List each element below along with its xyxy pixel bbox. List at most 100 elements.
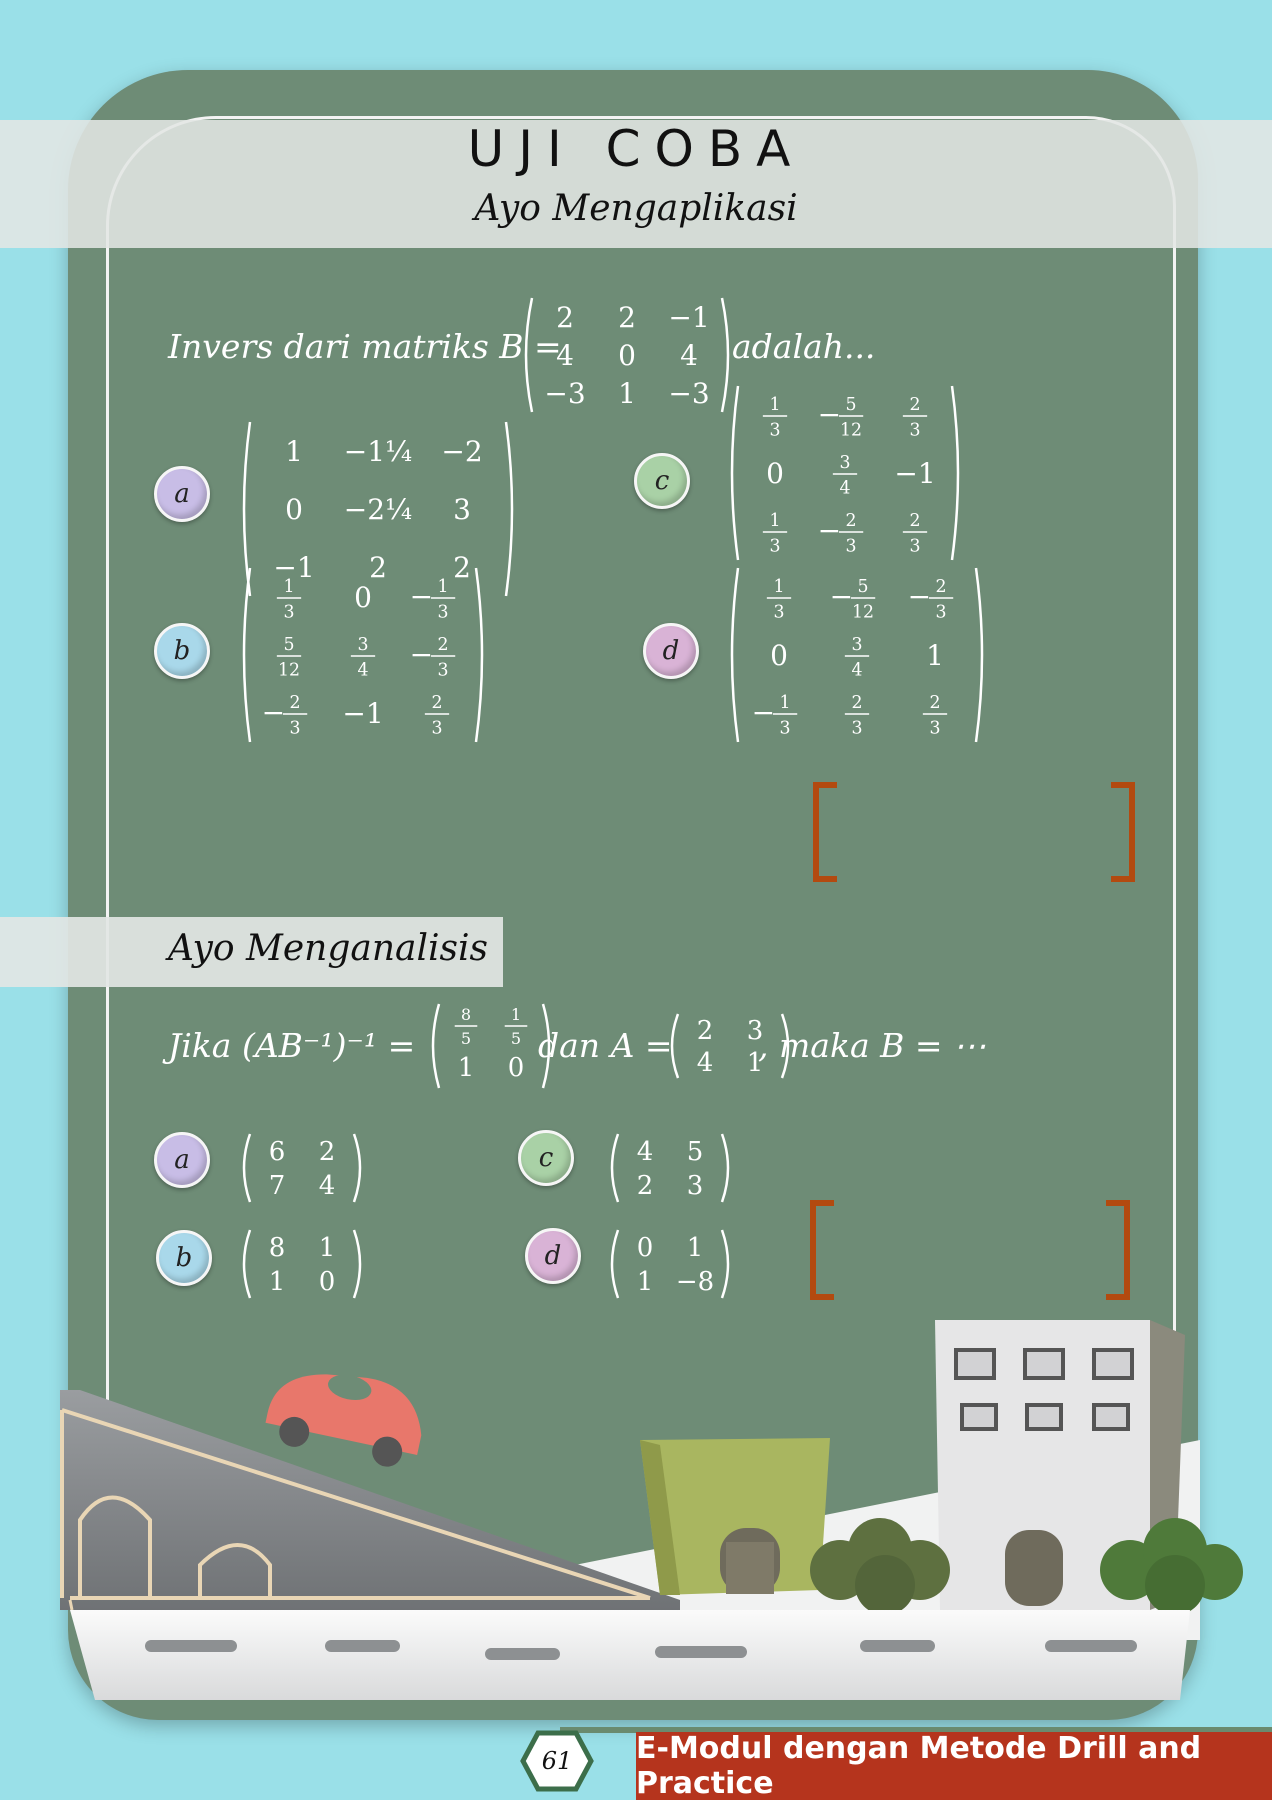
svg-text:−: − [262,696,285,729]
matrix-left-paren [730,567,740,743]
svg-text:5: 5 [858,577,869,597]
question1-suffix: adalah... [732,327,876,366]
svg-text:2: 2 [556,301,574,334]
svg-text:1: 1 [687,1233,704,1263]
matrix-cell: −1 3 [410,577,456,622]
svg-text:5: 5 [846,395,857,415]
svg-text:4: 4 [851,660,862,680]
matrix-cell: −1 [342,697,383,730]
svg-text:3: 3 [769,536,780,556]
svg-text:0: 0 [766,457,784,490]
question2-mid: dan [538,1026,601,1065]
matrix-cell: 0 [637,1233,654,1263]
question1-prefix: Invers dari matriks B = [168,327,562,366]
page-title: UJI COBA [467,120,805,178]
svg-text:4: 4 [556,339,574,372]
green-house [640,1438,830,1595]
matrix-cell: 8 [269,1233,286,1263]
matrix-cell: −2 3 [908,577,954,622]
svg-text:12: 12 [278,660,300,680]
q1-option-d-matrix[interactable]: 1 3−5 12−2 3 0 3 4 1−1 3 2 3 2 3 [724,564,990,750]
matrix-cell: 13 [276,577,302,622]
svg-text:−: − [410,638,433,671]
svg-text:2: 2 [319,1137,336,1167]
matrix-cell: 1 [458,1053,475,1083]
svg-text:3: 3 [929,718,940,738]
matrix-cell: 23 [902,511,928,556]
matrix-cell: 2 [637,1171,654,1201]
svg-text:−1¼: −1¼ [344,435,412,468]
q2-option-a-matrix[interactable]: 6 2 7 4 [236,1130,368,1210]
option-d-badge[interactable]: d [643,623,699,679]
matrix-right-paren [950,385,960,561]
matrix-cell: 34 [350,635,376,680]
answer-box-2[interactable] [810,1200,1130,1300]
matrix-right-paren [504,421,514,597]
matrix-left-paren [242,567,252,743]
svg-text:−2: −2 [441,435,482,468]
svg-text:2: 2 [851,693,862,713]
matrix-cell: 34 [844,635,870,680]
matrix-cell: −1¼ [344,435,412,468]
q1-option-b-matrix[interactable]: 1 3 0−1 3 5 12 3 4−2 3−2 3 −1 2 3 [236,564,490,750]
svg-text:3: 3 [438,602,449,622]
q2-option-d-badge[interactable]: d [525,1228,581,1284]
matrix-left-paren [730,385,740,561]
q2-option-c-matrix[interactable]: 4 5 2 3 [604,1130,736,1210]
svg-text:4: 4 [839,478,850,498]
matrix-cell: 1 [687,1233,704,1263]
svg-text:0: 0 [508,1053,525,1083]
answer-box-1[interactable] [813,782,1135,882]
matrix-cell: 7 [269,1171,286,1201]
page: UJI COBA Ayo Mengaplikasi Invers dari ma… [0,0,1272,1800]
matrix-cell: 0 [618,339,636,372]
answer-box-1-right-bracket [1111,782,1135,882]
svg-text:−: − [410,580,433,613]
matrix-cell: 4 [319,1171,336,1201]
matrix-right-paren [474,567,484,743]
svg-text:1: 1 [618,377,636,410]
matrix-cell: −3 [544,377,585,410]
option-b-badge[interactable]: b [154,623,210,679]
matrix-left-paren [242,1133,252,1203]
question2-part1: Jika (AB⁻¹)⁻¹ = [168,1026,415,1065]
matrix-cell: 85 [454,1005,478,1048]
matrix-cell: 13 [762,511,788,556]
matrix-cell: 4 [680,339,698,372]
matrix-cell: 23 [424,693,450,738]
svg-text:1: 1 [769,511,780,531]
footer-text: E-Modul dengan Metode Drill and Practice [636,1731,1202,1800]
matrix-cell: 3 [687,1171,704,1201]
option-a-badge[interactable]: a [154,466,210,522]
matrix-cell: 0 [770,639,788,672]
question2-prefix: Jika [168,1026,232,1065]
svg-text:8: 8 [461,1005,471,1024]
q2-option-a-badge[interactable]: a [154,1132,210,1188]
matrix-cell: 1 [319,1233,336,1263]
matrix-cell: 6 [269,1137,286,1167]
matrix-left-paren [670,1013,680,1079]
matrix-cell: 1 [618,377,636,410]
svg-text:3: 3 [357,635,368,655]
svg-text:2: 2 [438,635,449,655]
svg-text:1: 1 [780,693,791,713]
q1-option-c-matrix[interactable]: 1 3−5 12 2 3 0 3 4 −1 1 3−2 3 2 3 [724,382,966,568]
matrix-cell: 15 [504,1005,528,1048]
svg-text:2: 2 [618,301,636,334]
svg-text:0: 0 [770,639,788,672]
matrix-cell: 512 [276,635,302,680]
svg-text:3: 3 [936,602,947,622]
option-c-badge[interactable]: c [634,453,690,509]
q2-option-b-badge[interactable]: b [156,1230,212,1286]
svg-text:−2¼: −2¼ [344,493,412,526]
svg-text:−1: −1 [894,457,935,490]
svg-text:3: 3 [846,536,857,556]
matrix-right-paren [720,1133,730,1203]
matrix-cell: 1 [926,639,944,672]
svg-text:3: 3 [851,635,862,655]
matrix-cell: 13 [762,395,788,440]
q2-option-c-badge[interactable]: c [518,1130,574,1186]
matrix-left-paren [431,1003,441,1089]
question1-prefix-text: Invers dari matriks [168,327,489,366]
svg-text:−: − [818,514,841,547]
